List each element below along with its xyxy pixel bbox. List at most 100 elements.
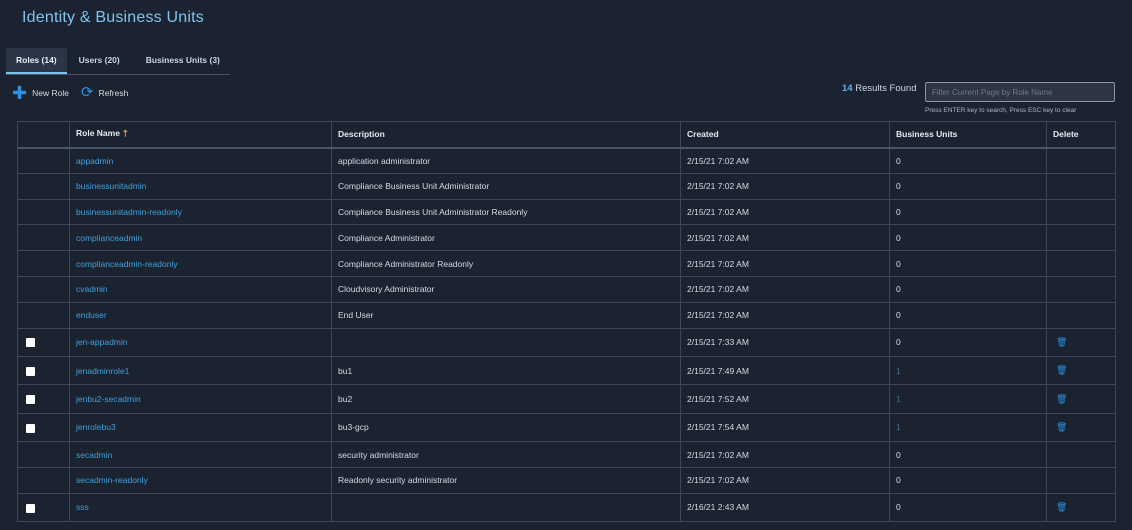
roles-table-body: appadmin application administrator 2/15/21…	[17, 147, 1116, 523]
role-name-link[interactable]: appadmin	[69, 147, 332, 174]
table-row: sss 2/16/21 2:43 AM 0 🗑	[17, 493, 1116, 523]
delete-cell	[1046, 224, 1116, 252]
table-row: jenrolebu3 bu3-gcp 2/15/21 7:54 AM 1 🗑	[17, 413, 1116, 443]
role-name-link[interactable]: cvadmin	[69, 276, 332, 303]
role-business-units: 0	[889, 250, 1047, 277]
role-business-units: 0	[889, 302, 1047, 329]
select-cell	[17, 224, 70, 252]
select-cell	[17, 413, 70, 443]
role-description: Compliance Administrator Readonly	[331, 250, 681, 277]
role-description: bu3-gcp	[331, 413, 681, 443]
row-checkbox[interactable]	[26, 395, 35, 405]
select-cell	[17, 302, 70, 329]
role-business-units: 0	[889, 199, 1047, 226]
delete-cell	[1046, 199, 1116, 226]
tab-bar: Roles (14) Users (20) Business Units (3)	[6, 48, 230, 75]
role-description: Compliance Business Unit Administrator R…	[331, 199, 681, 226]
role-created: 2/15/21 7:02 AM	[680, 224, 890, 252]
role-business-units: 0	[889, 173, 1047, 200]
role-name-link[interactable]: secadmin	[69, 441, 332, 468]
select-cell	[17, 467, 70, 494]
role-name-link[interactable]: sss	[69, 493, 332, 523]
delete-cell: 🗑	[1046, 413, 1116, 443]
role-business-units[interactable]: 1	[889, 413, 1047, 443]
row-checkbox[interactable]	[26, 423, 35, 433]
select-cell	[17, 147, 70, 174]
role-description: End User	[331, 302, 681, 329]
delete-cell: 🗑	[1046, 384, 1116, 414]
row-checkbox[interactable]	[26, 366, 35, 376]
role-name-link[interactable]: jenadminrole1	[69, 356, 332, 386]
role-business-units: 0	[889, 441, 1047, 468]
role-name-header-label: Role Name	[76, 128, 120, 139]
delete-cell	[1046, 147, 1116, 174]
new-role-button[interactable]: ✚ New Role	[12, 83, 69, 103]
delete-cell	[1046, 276, 1116, 303]
tab-users[interactable]: Users (20)	[79, 48, 120, 74]
search-hint: Press ENTER key to search, Press ESC key…	[925, 107, 1077, 114]
trash-icon[interactable]: 🗑	[1056, 365, 1067, 375]
role-name-link[interactable]: jenrolebu3	[69, 413, 332, 443]
role-created: 2/15/21 7:54 AM	[680, 413, 890, 443]
delete-cell	[1046, 467, 1116, 494]
role-business-units: 0	[889, 276, 1047, 303]
role-description: bu1	[331, 356, 681, 386]
select-cell	[17, 250, 70, 277]
trash-icon[interactable]: 🗑	[1056, 422, 1067, 432]
role-name-link[interactable]: complianceadmin	[69, 224, 332, 252]
sort-ascending-icon: 🡑	[122, 128, 128, 139]
role-created: 2/15/21 7:02 AM	[680, 147, 890, 174]
delete-cell: 🗑	[1046, 356, 1116, 386]
role-name-link[interactable]: jen-appadmin	[69, 328, 332, 357]
table-header-row: Role Name 🡑 Description Created Business …	[17, 121, 1116, 149]
refresh-button[interactable]: ⟳ Refresh	[81, 85, 128, 101]
role-description: application administrator	[331, 147, 681, 174]
role-created: 2/15/21 7:52 AM	[680, 384, 890, 414]
role-created: 2/15/21 7:02 AM	[680, 199, 890, 226]
role-name-link[interactable]: jenbu2-secadmin	[69, 384, 332, 414]
role-name-column-header[interactable]: Role Name 🡑	[69, 121, 332, 149]
select-column-header	[17, 121, 70, 149]
refresh-label: Refresh	[98, 88, 129, 98]
description-column-header[interactable]: Description	[331, 121, 681, 149]
role-description: bu2	[331, 384, 681, 414]
results-number: 14	[842, 83, 853, 94]
business-units-column-header[interactable]: Business Units	[889, 121, 1047, 149]
tab-roles[interactable]: Roles (14)	[6, 48, 67, 74]
trash-icon[interactable]: 🗑	[1056, 502, 1067, 512]
table-row: businessunitadmin-readonly Compliance Bus…	[17, 199, 1116, 226]
role-name-link[interactable]: enduser	[69, 302, 332, 329]
role-description: Cloudvisory Administrator	[331, 276, 681, 303]
trash-icon[interactable]: 🗑	[1056, 337, 1067, 347]
delete-cell	[1046, 302, 1116, 329]
role-business-units: 0	[889, 147, 1047, 174]
row-checkbox[interactable]	[26, 338, 35, 348]
table-row: jenadminrole1 bu1 2/15/21 7:49 AM 1 🗑	[17, 356, 1116, 386]
select-cell	[17, 173, 70, 200]
delete-cell	[1046, 173, 1116, 200]
role-description: Compliance Administrator	[331, 224, 681, 252]
new-role-label: New Role	[32, 88, 69, 98]
select-cell	[17, 384, 70, 414]
select-cell	[17, 356, 70, 386]
role-name-link[interactable]: businessunitadmin	[69, 173, 332, 200]
created-column-header[interactable]: Created	[680, 121, 890, 149]
results-count: 14 Results Found	[842, 83, 916, 94]
role-filter-input[interactable]	[925, 82, 1115, 102]
page-title: Identity & Business Units	[22, 9, 204, 26]
trash-icon[interactable]: 🗑	[1056, 394, 1067, 404]
roles-page: Identity & Business Units Roles (14) Use…	[0, 0, 1132, 530]
role-name-link[interactable]: complianceadmin-readonly	[69, 250, 332, 277]
role-business-units[interactable]: 1	[889, 356, 1047, 386]
role-business-units: 0	[889, 328, 1047, 357]
role-created: 2/16/21 2:43 AM	[680, 493, 890, 523]
role-name-link[interactable]: secadmin-readonly	[69, 467, 332, 494]
role-created: 2/15/21 7:02 AM	[680, 302, 890, 329]
plus-icon: ✚	[12, 83, 28, 103]
table-row: appadmin application administrator 2/15/21…	[17, 147, 1116, 174]
role-business-units[interactable]: 1	[889, 384, 1047, 414]
tab-business-units[interactable]: Business Units (3)	[146, 48, 220, 74]
row-checkbox[interactable]	[26, 503, 35, 513]
select-cell	[17, 199, 70, 226]
role-name-link[interactable]: businessunitadmin-readonly	[69, 199, 332, 226]
